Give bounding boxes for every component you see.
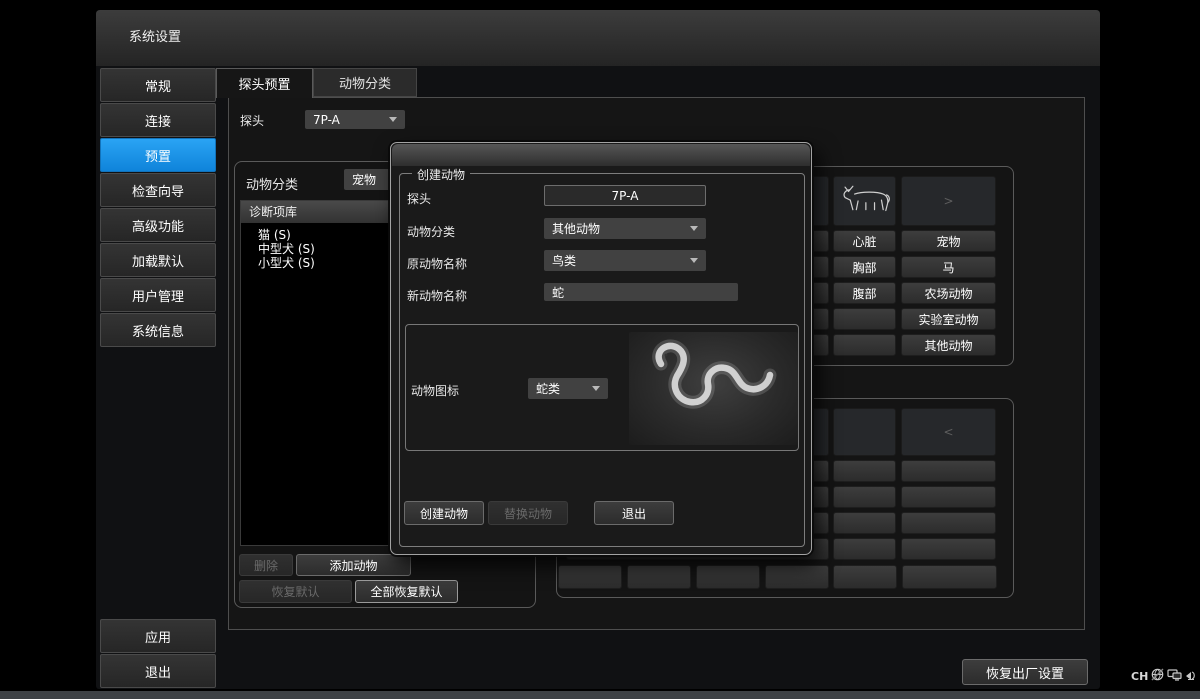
animal-image-cell-empty[interactable] xyxy=(833,408,896,456)
restore-all-default-button[interactable]: 全部恢复默认 xyxy=(355,580,458,603)
dialog-orig-name-dropdown[interactable]: 鸟类 xyxy=(544,250,706,271)
window-title: 系统设置 xyxy=(129,30,181,45)
cow-image-button[interactable] xyxy=(833,176,896,226)
snake-preview-image xyxy=(629,332,798,445)
tab-probe-preset[interactable]: 探头预置 xyxy=(216,68,313,98)
empty-preset-button[interactable] xyxy=(901,486,996,508)
category-button-lab-animal[interactable]: 实验室动物 xyxy=(901,308,996,330)
next-page-button[interactable]: > xyxy=(901,176,996,226)
category-button-farm-animal[interactable]: 农场动物 xyxy=(901,282,996,304)
empty-preset-button[interactable] xyxy=(833,538,896,560)
sidebar-item-advanced[interactable]: 高级功能 xyxy=(100,208,216,242)
sidebar-item-user-mgmt[interactable]: 用户管理 xyxy=(100,278,216,312)
category-button-horse[interactable]: 马 xyxy=(901,256,996,278)
dialog-replace-button[interactable]: 替换动物 xyxy=(488,501,568,525)
body-part-button-heart[interactable]: 心脏 xyxy=(833,230,896,252)
animal-icon-dropdown[interactable]: 蛇类 xyxy=(528,378,608,399)
apply-button[interactable]: 应用 xyxy=(100,619,216,653)
animal-classification-label: 动物分类 xyxy=(246,174,298,193)
usb-status-icon[interactable] xyxy=(1184,667,1199,686)
empty-preset-button[interactable] xyxy=(558,565,622,589)
chevron-down-icon xyxy=(690,226,698,231)
probe-dropdown[interactable]: 7P-A xyxy=(305,110,405,129)
display-status-icon[interactable] xyxy=(1167,667,1182,686)
dialog-category-label: 动物分类 xyxy=(407,223,455,240)
window-titlebar: 系统设置 xyxy=(96,10,1100,66)
animal-icon-label: 动物图标 xyxy=(411,382,459,399)
prev-page-button[interactable]: < xyxy=(901,408,996,456)
chevron-down-icon xyxy=(690,258,698,263)
empty-preset-button[interactable] xyxy=(696,565,760,589)
sidebar-item-preset[interactable]: 预置 xyxy=(100,138,216,172)
snake-icon xyxy=(629,332,798,445)
dialog-probe-label: 探头 xyxy=(407,190,431,207)
empty-preset-button[interactable] xyxy=(833,486,896,508)
category-button-pet[interactable]: 宠物 xyxy=(901,230,996,252)
empty-preset-button[interactable] xyxy=(765,565,829,589)
dialog-title: 创建动物 xyxy=(412,166,470,183)
dialog-probe-value: 7P-A xyxy=(544,185,706,206)
restore-default-button[interactable]: 恢复默认 xyxy=(239,580,352,603)
empty-preset-button[interactable] xyxy=(901,460,996,482)
empty-preset-button[interactable] xyxy=(902,565,997,589)
empty-preset-button[interactable] xyxy=(833,460,896,482)
sidebar-item-system-info[interactable]: 系统信息 xyxy=(100,313,216,347)
empty-preset-button[interactable] xyxy=(833,512,896,534)
factory-reset-button[interactable]: 恢复出厂设置 xyxy=(962,659,1088,685)
probe-label: 探头 xyxy=(240,112,264,129)
dialog-titlebar[interactable] xyxy=(392,144,810,166)
sidebar-item-exam-wizard[interactable]: 检查向导 xyxy=(100,173,216,207)
dialog-orig-name-value: 鸟类 xyxy=(552,252,684,269)
dialog-exit-button[interactable]: 退出 xyxy=(594,501,674,525)
tab-animal-category[interactable]: 动物分类 xyxy=(313,68,417,97)
dialog-orig-name-label: 原动物名称 xyxy=(407,255,467,272)
probe-dropdown-value: 7P-A xyxy=(313,113,383,127)
delete-button[interactable]: 删除 xyxy=(239,554,293,576)
network-status-icon[interactable] xyxy=(1150,667,1165,686)
exit-button[interactable]: 退出 xyxy=(100,654,216,688)
category-button-other-animal[interactable]: 其他动物 xyxy=(901,334,996,356)
create-animal-dialog: 创建动物 探头 7P-A 动物分类 其他动物 原动物名称 鸟类 新动物名称 动物… xyxy=(390,142,812,555)
screen: 系统设置 常规 连接 预置 检查向导 高级功能 加载默认 用户管理 系统信息 应… xyxy=(0,0,1200,699)
dialog-new-name-label: 新动物名称 xyxy=(407,287,467,304)
sidebar-item-load-default[interactable]: 加载默认 xyxy=(100,243,216,277)
body-part-button-empty[interactable] xyxy=(833,334,896,356)
prev-arrow-glyph: < xyxy=(943,425,953,439)
body-part-button-empty[interactable] xyxy=(833,308,896,330)
dialog-category-value: 其他动物 xyxy=(552,220,684,237)
empty-preset-button[interactable] xyxy=(901,512,996,534)
language-indicator[interactable]: CH xyxy=(1131,670,1148,683)
empty-preset-button[interactable] xyxy=(833,565,897,589)
cow-icon xyxy=(839,181,891,221)
empty-preset-button[interactable] xyxy=(901,538,996,560)
sidebar-item-general[interactable]: 常规 xyxy=(100,68,216,102)
body-part-button-abdomen[interactable]: 腹部 xyxy=(833,282,896,304)
add-animal-button[interactable]: 添加动物 xyxy=(296,554,411,576)
dialog-create-button[interactable]: 创建动物 xyxy=(404,501,484,525)
chevron-down-icon xyxy=(389,117,397,122)
next-arrow-glyph: > xyxy=(943,194,953,208)
body-part-button-chest[interactable]: 胸部 xyxy=(833,256,896,278)
chevron-down-icon xyxy=(592,386,600,391)
sidebar-item-connect[interactable]: 连接 xyxy=(100,103,216,137)
empty-preset-button[interactable] xyxy=(627,565,691,589)
screen-bottom-strip xyxy=(0,691,1200,699)
new-animal-name-input[interactable] xyxy=(544,283,738,301)
animal-icon-value: 蛇类 xyxy=(536,380,586,397)
dialog-category-dropdown[interactable]: 其他动物 xyxy=(544,218,706,239)
